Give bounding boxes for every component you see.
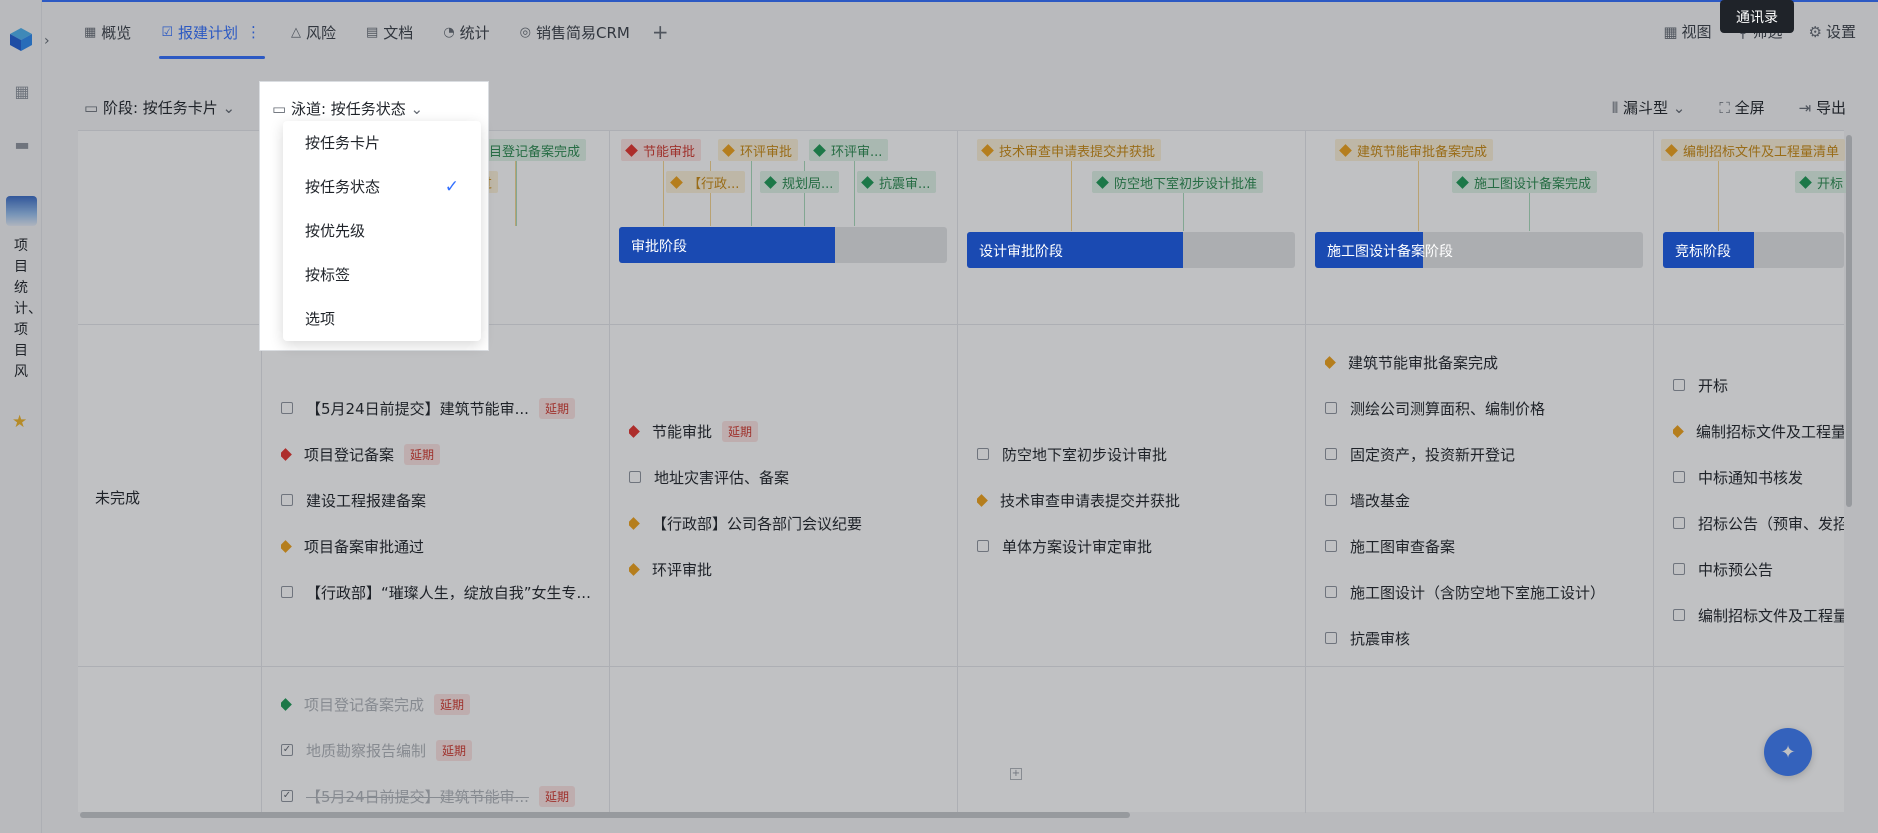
swimlane-selector-label: 泳道: 按任务状态 — [290, 100, 406, 118]
lane-icon: ▭ — [272, 100, 291, 118]
swimlane-selector[interactable]: ▭ 泳道: 按任务状态 ⌄ — [272, 98, 423, 119]
menu-item-label: 按任务卡片 — [305, 134, 381, 152]
menu-item-label: 按任务状态 — [305, 178, 381, 196]
stage-label: 审批阶段 — [631, 239, 687, 255]
menu-item-priority[interactable]: 按优先级 — [283, 213, 481, 257]
tooltip: 通讯录 — [1720, 0, 1794, 33]
chevron-down-icon: ⌄ — [405, 100, 424, 118]
menu-item-tag[interactable]: 按标签 — [283, 257, 481, 301]
swimlane-dropdown-menu: 按任务卡片 按任务状态 ✓ 按优先级 按标签 选项 — [283, 121, 481, 341]
menu-item-task-card[interactable]: 按任务卡片 — [283, 125, 481, 169]
menu-item-options[interactable]: 选项 — [283, 301, 481, 345]
stage-label: 竞标阶段 — [1675, 244, 1731, 260]
menu-item-label: 按标签 — [305, 266, 351, 284]
stage-label: 设计审批阶段 — [979, 244, 1063, 260]
menu-item-label: 选项 — [305, 310, 336, 328]
menu-item-label: 按优先级 — [305, 222, 366, 240]
check-icon: ✓ — [444, 177, 459, 197]
stage-label: 施工图设计备案阶段 — [1327, 244, 1453, 260]
menu-item-task-status[interactable]: 按任务状态 ✓ — [283, 169, 481, 213]
